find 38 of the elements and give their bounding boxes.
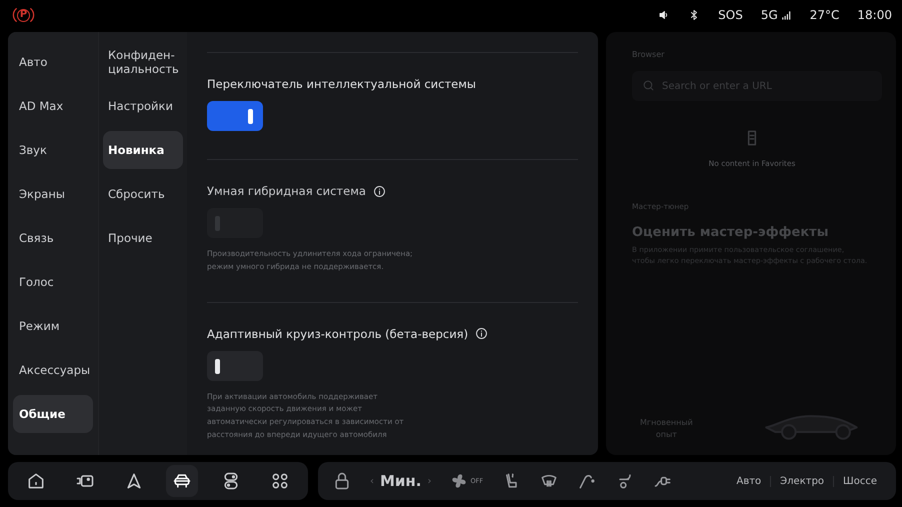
nav-item[interactable]: Аксессуары — [13, 351, 93, 389]
bracket-arc-icon — [30, 8, 35, 22]
nav-item[interactable]: AD Max — [13, 87, 93, 125]
signal-icon — [780, 10, 792, 20]
search-icon — [642, 79, 655, 92]
bracket-arc-icon — [12, 8, 17, 22]
nav-item[interactable]: Режим — [13, 307, 93, 345]
toggle-switch[interactable] — [207, 350, 263, 380]
drive-mode-button[interactable]: Шоссе — [833, 476, 886, 486]
toggle-switch[interactable] — [207, 101, 263, 131]
parking-brake-indicator: P — [17, 8, 30, 22]
fan-level: Мин. — [380, 472, 422, 490]
setting-title: Переключатель интеллектуальной системы — [207, 77, 476, 91]
home-icon — [26, 471, 46, 491]
nav-item[interactable]: Авто — [13, 43, 93, 81]
temperature: 27°C — [810, 8, 840, 22]
setting-title: Умная гибридная система — [207, 184, 366, 198]
sos-label: SOS — [718, 8, 743, 22]
subnav-item[interactable]: Новинка — [103, 131, 183, 169]
dock-app-button[interactable] — [166, 465, 198, 497]
fan-icon — [450, 472, 468, 490]
apps-grid-icon — [270, 471, 290, 491]
subnav-item[interactable]: Настройки — [103, 87, 183, 125]
browser-title: Browser — [632, 50, 666, 59]
nav-item[interactable]: Голос — [13, 263, 93, 301]
setting-title: Адаптивный круиз-контроль (бета-версия) — [207, 326, 468, 340]
subnav-item[interactable]: Сбросить — [103, 175, 183, 213]
nav-item[interactable]: Общие — [13, 395, 93, 433]
tuner-title: Оценить мастер-эффекты — [632, 225, 830, 240]
subnav-item[interactable]: Прочие — [103, 219, 183, 257]
subnav-item[interactable]: Конфиден- циальность — [103, 43, 183, 81]
nav-item[interactable]: Связь — [13, 219, 93, 257]
drive-mode-button[interactable]: Авто — [727, 476, 770, 486]
network-label: 5G — [760, 8, 778, 22]
clock: 18:00 — [857, 8, 892, 22]
nav-item[interactable]: Экраны — [13, 175, 93, 213]
nav-item[interactable]: Звук — [13, 131, 93, 169]
drive-mode-button[interactable]: Электро — [770, 476, 834, 486]
